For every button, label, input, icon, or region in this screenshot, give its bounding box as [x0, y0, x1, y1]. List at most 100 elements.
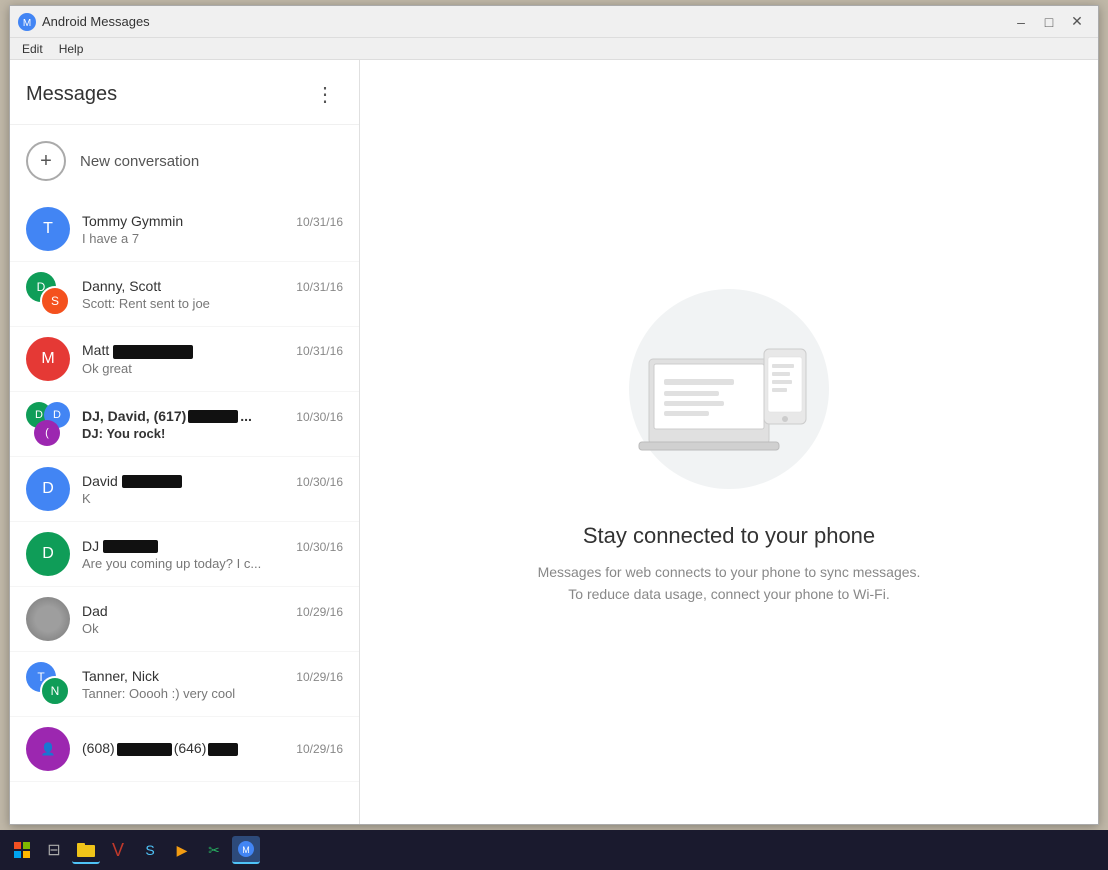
svg-text:M: M — [23, 18, 31, 29]
sidebar-header: Messages ⋮ — [10, 60, 359, 125]
minimize-button[interactable]: – — [1008, 12, 1034, 32]
conv-name-danny-scott: Danny, Scott — [82, 278, 161, 294]
app-icon: M — [18, 13, 36, 31]
menu-edit[interactable]: Edit — [14, 40, 51, 58]
avatar-tanner-nick: T N — [26, 662, 70, 706]
redacted-block — [113, 345, 193, 359]
main-content: Messages ⋮ + New conversation T Tommy Gy… — [10, 60, 1098, 824]
stay-connected-desc: Messages for web connects to your phone … — [538, 561, 921, 606]
redacted-block-dj — [188, 410, 238, 423]
conv-header-dad: Dad 10/29/16 — [82, 603, 343, 619]
file-explorer-button[interactable] — [72, 836, 100, 864]
conv-name-dj-david: DJ, David, (617) ... — [82, 408, 252, 424]
sidebar-title: Messages — [26, 83, 307, 106]
av2: S — [40, 286, 70, 316]
conv-item-matt[interactable]: M Matt 10/31/16 Ok great — [10, 327, 359, 392]
stay-desc-line1: Messages for web connects to your phone … — [538, 564, 921, 580]
avatar-matt: M — [26, 337, 70, 381]
conv-preview-dad: Ok — [82, 621, 343, 636]
task-view-button[interactable]: ⊟ — [40, 836, 68, 864]
conv-header-david: David 10/30/16 — [82, 473, 343, 489]
avatar-dj: D — [26, 532, 70, 576]
conv-info-tanner-nick: Tanner, Nick 10/29/16 Tanner: Ooooh :) v… — [82, 668, 343, 701]
more-options-button[interactable]: ⋮ — [307, 76, 343, 112]
conv-preview-danny-scott: Scott: Rent sent to joe — [82, 296, 343, 311]
conv-info-608: (608) (646) 10/29/16 — [82, 740, 343, 758]
conv-info-dj-david: DJ, David, (617) ... 10/30/16 DJ: You ro… — [82, 408, 343, 441]
avatar-dad — [26, 597, 70, 641]
sidebar: Messages ⋮ + New conversation T Tommy Gy… — [10, 60, 360, 824]
conv-time-matt: 10/31/16 — [296, 344, 343, 358]
start-button[interactable] — [8, 836, 36, 864]
conv-preview-tommy: I have a 7 — [82, 231, 343, 246]
conv-info-dad: Dad 10/29/16 Ok — [82, 603, 343, 636]
conversation-list: T Tommy Gymmin 10/31/16 I have a 7 D S — [10, 197, 359, 824]
conv-info-dj: DJ 10/30/16 Are you coming up today? I c… — [82, 538, 343, 571]
conv-preview-david: K — [82, 491, 343, 506]
conv-info-matt: Matt 10/31/16 Ok great — [82, 342, 343, 375]
conv-header-tanner-nick: Tanner, Nick 10/29/16 — [82, 668, 343, 684]
right-panel: Stay connected to your phone Messages fo… — [360, 60, 1098, 824]
menu-help[interactable]: Help — [51, 40, 92, 58]
conv-name-matt: Matt — [82, 342, 193, 358]
avatar-608: 👤 — [26, 727, 70, 771]
browser-button[interactable]: V — [104, 836, 132, 864]
conv-item-danny-scott[interactable]: D S Danny, Scott 10/31/16 Scott: Rent se… — [10, 262, 359, 327]
conv-header-danny-scott: Danny, Scott 10/31/16 — [82, 278, 343, 294]
conv-header-dj: DJ 10/30/16 — [82, 538, 343, 554]
redacted-block-david — [122, 475, 182, 488]
conv-item-608[interactable]: 👤 (608) (646) 10/29/16 — [10, 717, 359, 782]
maximize-button[interactable]: □ — [1036, 12, 1062, 32]
conv-name-david: David — [82, 473, 182, 489]
conv-time-tanner-nick: 10/29/16 — [296, 670, 343, 684]
conv-item-david[interactable]: D David 10/30/16 K — [10, 457, 359, 522]
redacted-block-608a — [117, 743, 172, 756]
app3-button[interactable]: ▶ — [168, 836, 196, 864]
window-title: Android Messages — [42, 14, 1008, 29]
avatar-david: D — [26, 467, 70, 511]
conv-item-dad[interactable]: Dad 10/29/16 Ok — [10, 587, 359, 652]
menubar: Edit Help — [10, 38, 1098, 60]
redacted-block-dj2 — [103, 540, 158, 553]
av2-nick: N — [40, 676, 70, 706]
conv-name-dj: DJ — [82, 538, 158, 554]
conv-name-tommy: Tommy Gymmin — [82, 213, 183, 229]
new-conv-label: New conversation — [80, 153, 199, 170]
conv-preview-matt: Ok great — [82, 361, 343, 376]
conv-name-608: (608) (646) — [82, 740, 240, 756]
conv-preview-tanner-nick: Tanner: Ooooh :) very cool — [82, 686, 343, 701]
conv-info-tommy: Tommy Gymmin 10/31/16 I have a 7 — [82, 213, 343, 246]
conv-item-tanner-nick[interactable]: T N Tanner, Nick 10/29/16 Tanner: Ooooh … — [10, 652, 359, 717]
phone-illustration — [619, 279, 839, 499]
stay-desc-line2: To reduce data usage, connect your phone… — [568, 586, 889, 602]
conv-time-tommy: 10/31/16 — [296, 215, 343, 229]
app-window: M Android Messages – □ ✕ Edit Help Messa… — [9, 5, 1099, 825]
av3-617: ( — [34, 420, 60, 446]
conv-info-danny-scott: Danny, Scott 10/31/16 Scott: Rent sent t… — [82, 278, 343, 311]
app4-button[interactable]: ✂ — [200, 836, 228, 864]
conv-item-dj-david[interactable]: D D ( DJ, David, (617) ... 10/30/16 DJ: … — [10, 392, 359, 457]
conv-name-dad: Dad — [82, 603, 108, 619]
new-conversation-button[interactable]: + New conversation — [10, 125, 359, 197]
conv-header-matt: Matt 10/31/16 — [82, 342, 343, 358]
new-conv-icon: + — [26, 141, 66, 181]
conv-time-dj-david: 10/30/16 — [296, 410, 343, 424]
conv-time-608: 10/29/16 — [296, 742, 343, 756]
conv-header-dj-david: DJ, David, (617) ... 10/30/16 — [82, 408, 343, 424]
steam-button[interactable]: S — [136, 836, 164, 864]
stay-connected-title: Stay connected to your phone — [583, 523, 875, 549]
avatar-dj-david: D D ( — [26, 402, 70, 446]
taskbar: ⊟ V S ▶ ✂ M — [0, 830, 1108, 870]
conv-item-dj[interactable]: D DJ 10/30/16 Are you coming up today? I… — [10, 522, 359, 587]
conv-header-tommy: Tommy Gymmin 10/31/16 — [82, 213, 343, 229]
conv-name-tanner-nick: Tanner, Nick — [82, 668, 159, 684]
avatar-danny-scott: D S — [26, 272, 70, 316]
conv-time-danny-scott: 10/31/16 — [296, 280, 343, 294]
avatar-tommy: T — [26, 207, 70, 251]
conv-header-608: (608) (646) 10/29/16 — [82, 740, 343, 756]
close-button[interactable]: ✕ — [1064, 12, 1090, 32]
messages-button[interactable]: M — [232, 836, 260, 864]
conv-item-tommy[interactable]: T Tommy Gymmin 10/31/16 I have a 7 — [10, 197, 359, 262]
conv-preview-dj-david: DJ: You rock! — [82, 426, 343, 441]
conv-time-dad: 10/29/16 — [296, 605, 343, 619]
